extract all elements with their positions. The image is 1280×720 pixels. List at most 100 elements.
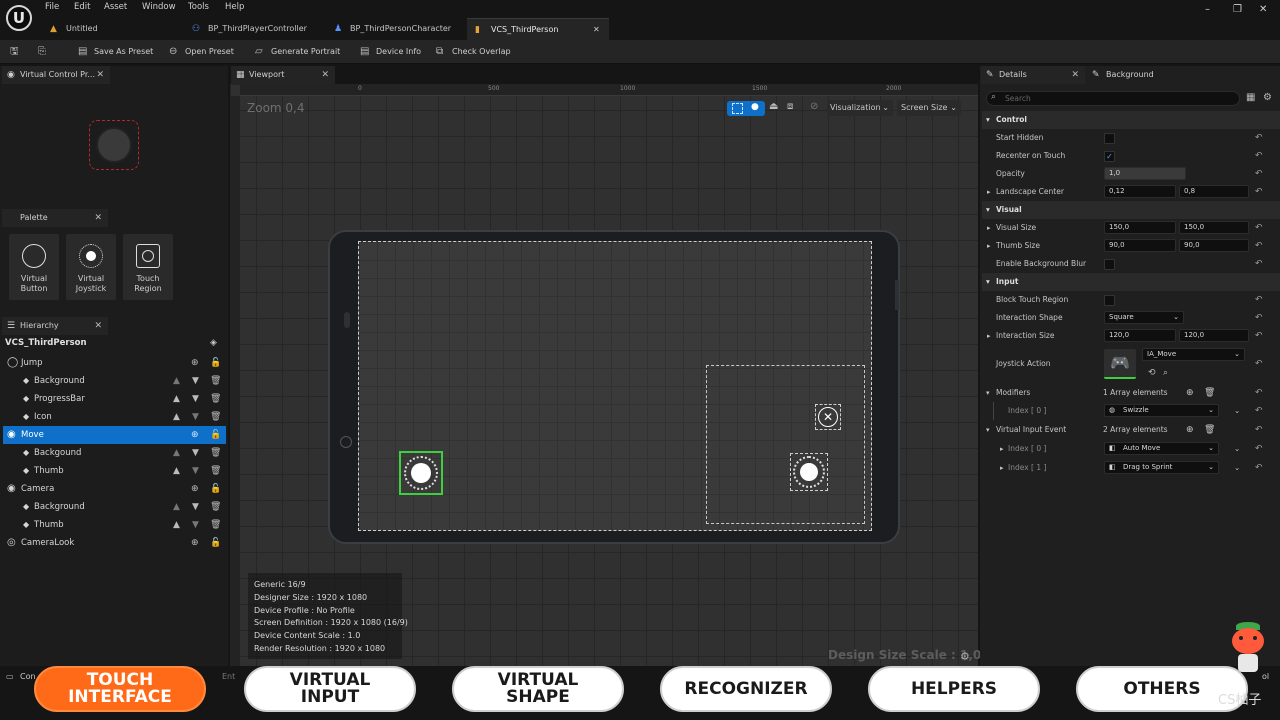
pill-touch-interface[interactable]: TOUCH INTERFACE [34,666,206,712]
move-down-icon[interactable]: ▼ [192,444,199,462]
close-icon[interactable]: ✕ [94,317,102,335]
close-window-icon[interactable]: ✕ [1259,4,1267,15]
hierarchy-row-move[interactable]: ◉ Move ⊕ 🔓 [3,426,226,444]
hierarchy-row-jump[interactable]: ◯ Jump ⊕ 🔓 [3,354,226,372]
hierarchy-row-progressbar[interactable]: ◆ ProgressBar ▲ ▼ 🗑 [3,390,226,408]
hierarchy-row-thumb-2[interactable]: ◆ Thumb ▲ ▼ 🗑 [3,516,226,534]
delete-icon[interactable]: 🗑 [210,444,221,462]
menu-tools[interactable]: Tools [188,2,209,12]
interaction-shape-dropdown[interactable]: Square ⌄ [1104,311,1184,324]
settings-icon[interactable]: ⚙ [1263,92,1272,103]
tab-bp-thirdpersoncharacter[interactable]: ♟ BP_ThirdPersonCharacter [326,18,464,40]
section-input[interactable]: ▾ Input [982,273,1280,291]
close-tab-icon[interactable]: ✕ [593,19,600,41]
delete-icon[interactable]: 🗑 [210,516,221,534]
delete-icon[interactable]: 🗑 [1204,384,1215,402]
lock-icon[interactable]: 🔓 [210,354,221,372]
move-down-icon[interactable]: ▼ [192,462,199,480]
pill-helpers[interactable]: HELPERS [868,666,1040,712]
content-drawer-label[interactable]: Con [20,672,36,681]
move-down-icon[interactable]: ▼ [192,408,199,426]
reset-icon[interactable]: ↶ [1255,129,1263,147]
browse-icon[interactable]: ⎘ [38,44,46,60]
palette-touch-region[interactable]: Touch Region [123,234,173,300]
settings-gear-icon[interactable]: ⚙ [960,650,970,663]
recenter-checkbox[interactable]: ✓ [1104,151,1115,162]
add-element-icon[interactable]: ⊕ [1186,384,1194,402]
chevron-down-icon[interactable]: ⌄ [1234,402,1240,420]
section-visual[interactable]: ▾ Visual [982,201,1280,219]
joystick-action-dropdown[interactable]: IA_Move ⌄ [1142,348,1245,361]
move-up-icon[interactable]: ▲ [173,516,180,534]
move-up-icon[interactable]: ▲ [173,498,180,516]
camera-look-region[interactable] [706,365,865,524]
pill-recognizer[interactable]: RECOGNIZER [660,666,832,712]
add-icon[interactable]: ⊕ [191,480,199,498]
light-icon[interactable]: ⏏ [769,101,778,112]
hierarchy-row-backgound[interactable]: ◆ Backgound ▲ ▼ 🗑 [3,444,226,462]
open-preset-button[interactable]: ⊖ Open Preset [169,44,234,60]
camera-joystick-bounds[interactable] [790,453,828,491]
hierarchy-row-cameralook[interactable]: ◎ CameraLook ⊕ 🔓 [3,534,226,552]
minimize-icon[interactable]: – [1205,4,1210,15]
tab-vcs-thirdperson[interactable]: ▮ VCS_ThirdPerson ✕ [467,18,609,40]
add-icon[interactable]: ⊕ [191,354,199,372]
move-up-icon[interactable]: ▲ [173,372,180,390]
hierarchy-row-background[interactable]: ◆ Background ▲ ▼ 🗑 [3,372,226,390]
move-joystick-bounds[interactable] [399,451,443,495]
menu-help[interactable]: Help [225,2,244,12]
lock-icon[interactable]: 🔓 [210,426,221,444]
reset-icon[interactable]: ↶ [1255,384,1263,402]
menu-window[interactable]: Window [142,2,176,12]
select-mode-toggle[interactable]: ● [727,101,765,116]
delete-icon[interactable]: 🗑 [210,462,221,480]
palette-tab[interactable]: Palette ✕ [2,209,108,227]
reset-icon[interactable]: ↶ [1255,255,1263,273]
drag-sprint-dropdown[interactable]: ◧ Drag to Sprint ⌄ [1104,461,1219,474]
move-up-icon[interactable]: ▲ [173,462,180,480]
reset-icon[interactable]: ↶ [1255,402,1263,420]
delete-icon[interactable]: 🗑 [1204,421,1215,439]
hierarchy-root[interactable]: VCS_ThirdPerson [5,338,87,348]
visualization-dropdown[interactable]: Visualization ⌄ [827,100,893,116]
landscape-center-y[interactable]: 0,8 [1179,185,1249,198]
device-info-button[interactable]: ▤ Device Info [360,44,421,60]
reset-icon[interactable]: ↶ [1255,291,1263,309]
console-input[interactable]: Ent [222,672,235,681]
reset-icon[interactable]: ↶ [1255,147,1263,165]
hierarchy-row-background-2[interactable]: ◆ Background ▲ ▼ 🗑 [3,498,226,516]
viewport-tab[interactable]: ▦ Viewport ✕ [231,66,335,84]
hierarchy-row-camera[interactable]: ◉ Camera ⊕ 🔓 [3,480,226,498]
layers-icon[interactable]: ◈ [210,338,217,348]
thumb-size-x[interactable]: 90,0 [1104,239,1176,252]
hierarchy-tab[interactable]: ☰ Hierarchy ✕ [2,317,108,335]
delete-icon[interactable]: 🗑 [210,372,221,390]
content-drawer-icon[interactable]: ▭ [6,672,14,681]
close-icon[interactable]: ✕ [94,209,102,227]
hidden-icon[interactable]: ⊘ [810,101,818,112]
reset-icon[interactable]: ↶ [1255,440,1263,458]
reset-icon[interactable]: ↶ [1255,459,1263,477]
pill-virtual-input[interactable]: VIRTUAL INPUT [244,666,416,712]
reset-icon[interactable]: ↶ [1255,421,1263,439]
browse-arrow-icon[interactable]: ⟲ [1148,364,1156,382]
move-up-icon[interactable]: ▲ [173,390,180,408]
tab-untitled[interactable]: ▲ Untitled [42,18,182,40]
menu-file[interactable]: File [45,2,59,12]
save-icon[interactable]: 🖫 [10,44,19,60]
delete-icon[interactable]: 🗑 [210,390,221,408]
swizzle-dropdown[interactable]: ◍ Swizzle ⌄ [1104,404,1219,417]
background-tab[interactable]: ✎ Background [1090,66,1154,84]
reset-icon[interactable]: ↶ [1255,309,1263,327]
details-search-input[interactable]: ⌕ Search [986,91,1240,106]
generate-portrait-button[interactable]: ▱ Generate Portrait [255,44,340,60]
visual-size-y[interactable]: 150,0 [1179,221,1249,234]
reset-icon[interactable]: ↶ [1255,355,1263,373]
palette-virtual-button[interactable]: Virtual Button [9,234,59,300]
save-preset-button[interactable]: ▤ Save As Preset [78,44,153,60]
details-tab[interactable]: ✎ Details ✕ [981,66,1085,84]
reset-icon[interactable]: ↶ [1255,165,1263,183]
landscape-center-x[interactable]: 0,12 [1104,185,1176,198]
thumb-size-y[interactable]: 90,0 [1179,239,1249,252]
chevron-down-icon[interactable]: ⌄ [1234,459,1240,477]
